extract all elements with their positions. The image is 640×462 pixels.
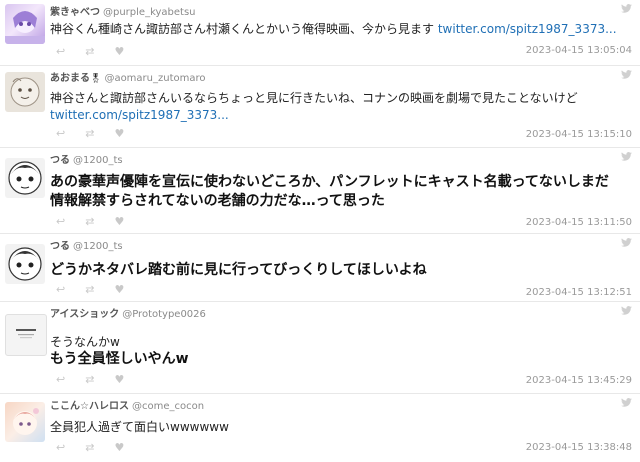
user-handle[interactable]: @come_cocon — [132, 401, 204, 412]
tweet-text-big: もう全員怪しいやんw — [50, 351, 189, 367]
tweet: つる @1200_ts どうかネタバレ踏む前に見に行ってびっくりしてほしいよね ↩… — [0, 234, 640, 302]
tweet-feed: 紫きゃべつ @purple_kyabetsu 神谷くん種崎さん諏訪部さん村瀬くんと… — [0, 0, 640, 462]
avatar[interactable] — [5, 402, 45, 442]
tweet-text: そうなんかw — [50, 335, 120, 349]
timestamp[interactable]: 2023-04-15 13:38:48 — [526, 442, 632, 453]
avatar[interactable] — [5, 72, 45, 112]
tweet-actions: ↩ ⇄ ♥ — [56, 45, 124, 58]
tweet-actions: ↩ ⇄ ♥ — [56, 373, 124, 386]
retweet-icon[interactable]: ⇄ — [85, 283, 94, 296]
retweet-icon[interactable]: ⇄ — [85, 441, 94, 454]
avatar[interactable] — [5, 158, 45, 198]
retweet-icon[interactable]: ⇄ — [85, 215, 94, 228]
heart-icon[interactable]: ♥ — [114, 127, 124, 140]
user-name[interactable]: ここん☆ハレロス — [50, 401, 129, 412]
heart-icon[interactable]: ♥ — [114, 373, 124, 386]
tweet: 紫きゃべつ @purple_kyabetsu 神谷くん種崎さん諏訪部さん村瀬くんと… — [0, 0, 640, 66]
heart-icon[interactable]: ♥ — [114, 283, 124, 296]
retweet-icon[interactable]: ⇄ — [85, 127, 94, 140]
retweet-icon[interactable]: ⇄ — [85, 373, 94, 386]
user-name[interactable]: あおまる — [50, 73, 90, 84]
user-handle[interactable]: @purple_kyabetsu — [103, 7, 196, 18]
user-handle[interactable]: @Prototype0026 — [122, 309, 206, 320]
avatar[interactable] — [5, 314, 47, 356]
twitter-bird-icon — [621, 306, 632, 315]
heart-icon[interactable]: ♥ — [114, 441, 124, 454]
tweet-text: 全員犯人過ぎて面白いwwwwww — [50, 420, 229, 434]
timestamp[interactable]: 2023-04-15 13:11:50 — [526, 217, 632, 228]
tweet-text: どうかネタバレ踏む前に見に行ってびっくりしてほしいよね — [50, 262, 427, 278]
reply-icon[interactable]: ↩ — [56, 441, 65, 454]
tweet-text: 神谷さんと諏訪部さんいるならちょっと見に行きたいね、コナンの映画を劇場で見たこと… — [50, 91, 578, 122]
avatar[interactable] — [5, 244, 45, 284]
tweet-actions: ↩ ⇄ ♥ — [56, 283, 124, 296]
timestamp[interactable]: 2023-04-15 13:12:51 — [526, 287, 632, 298]
twitter-bird-icon — [621, 238, 632, 247]
tweet: つる @1200_ts あの豪華声優陣を宣伝に使わないどころか、パンフレットにキャ… — [0, 148, 640, 234]
twitter-bird-icon — [621, 4, 632, 13]
tweet: アイスショック @Prototype0026 そうなんかw もう全員怪しいやんw … — [0, 302, 640, 394]
tweet: あおまる🎖 @aomaru_zutomaro 神谷さんと諏訪部さんいるならちょっと… — [0, 66, 640, 148]
user-handle[interactable]: @1200_ts — [73, 155, 123, 166]
reply-icon[interactable]: ↩ — [56, 45, 65, 58]
tweet-text: 神谷くん種崎さん諏訪部さん村瀬くんとかいう俺得映画、今から見ます twitter… — [50, 22, 617, 36]
twitter-bird-icon — [621, 70, 632, 79]
reply-icon[interactable]: ↩ — [56, 215, 65, 228]
heart-icon[interactable]: ♥ — [114, 215, 124, 228]
timestamp[interactable]: 2023-04-15 13:05:04 — [526, 45, 632, 56]
twitter-bird-icon — [621, 152, 632, 161]
reply-icon[interactable]: ↩ — [56, 373, 65, 386]
tweet-text: あの豪華声優陣を宣伝に使わないどころか、パンフレットにキャスト名載ってないしまだ… — [50, 174, 609, 209]
timestamp[interactable]: 2023-04-15 13:15:10 — [526, 129, 632, 140]
user-name[interactable]: つる — [50, 241, 70, 252]
user-handle[interactable]: @1200_ts — [73, 241, 123, 252]
user-name[interactable]: つる — [50, 155, 70, 166]
tweet-actions: ↩ ⇄ ♥ — [56, 127, 124, 140]
tweet: ここん☆ハレロス @come_cocon 全員犯人過ぎて面白いwwwwww ↩ ⇄ ♥… — [0, 394, 640, 462]
retweet-icon[interactable]: ⇄ — [85, 45, 94, 58]
heart-icon[interactable]: ♥ — [114, 45, 124, 58]
user-handle[interactable]: @aomaru_zutomaro — [104, 73, 205, 84]
user-name[interactable]: 紫きゃべつ — [50, 7, 100, 18]
tweet-link[interactable]: twitter.com/spitz1987_3373... — [50, 108, 229, 122]
avatar[interactable] — [5, 4, 45, 44]
tweet-link[interactable]: twitter.com/spitz1987_3373... — [438, 22, 617, 36]
badge-icon: 🎖 — [90, 74, 102, 84]
tweet-actions: ↩ ⇄ ♥ — [56, 215, 124, 228]
user-name[interactable]: アイスショック — [50, 309, 119, 320]
twitter-bird-icon — [621, 398, 632, 407]
reply-icon[interactable]: ↩ — [56, 127, 65, 140]
reply-icon[interactable]: ↩ — [56, 283, 65, 296]
tweet-actions: ↩ ⇄ ♥ — [56, 441, 124, 454]
timestamp[interactable]: 2023-04-15 13:45:29 — [526, 375, 632, 386]
